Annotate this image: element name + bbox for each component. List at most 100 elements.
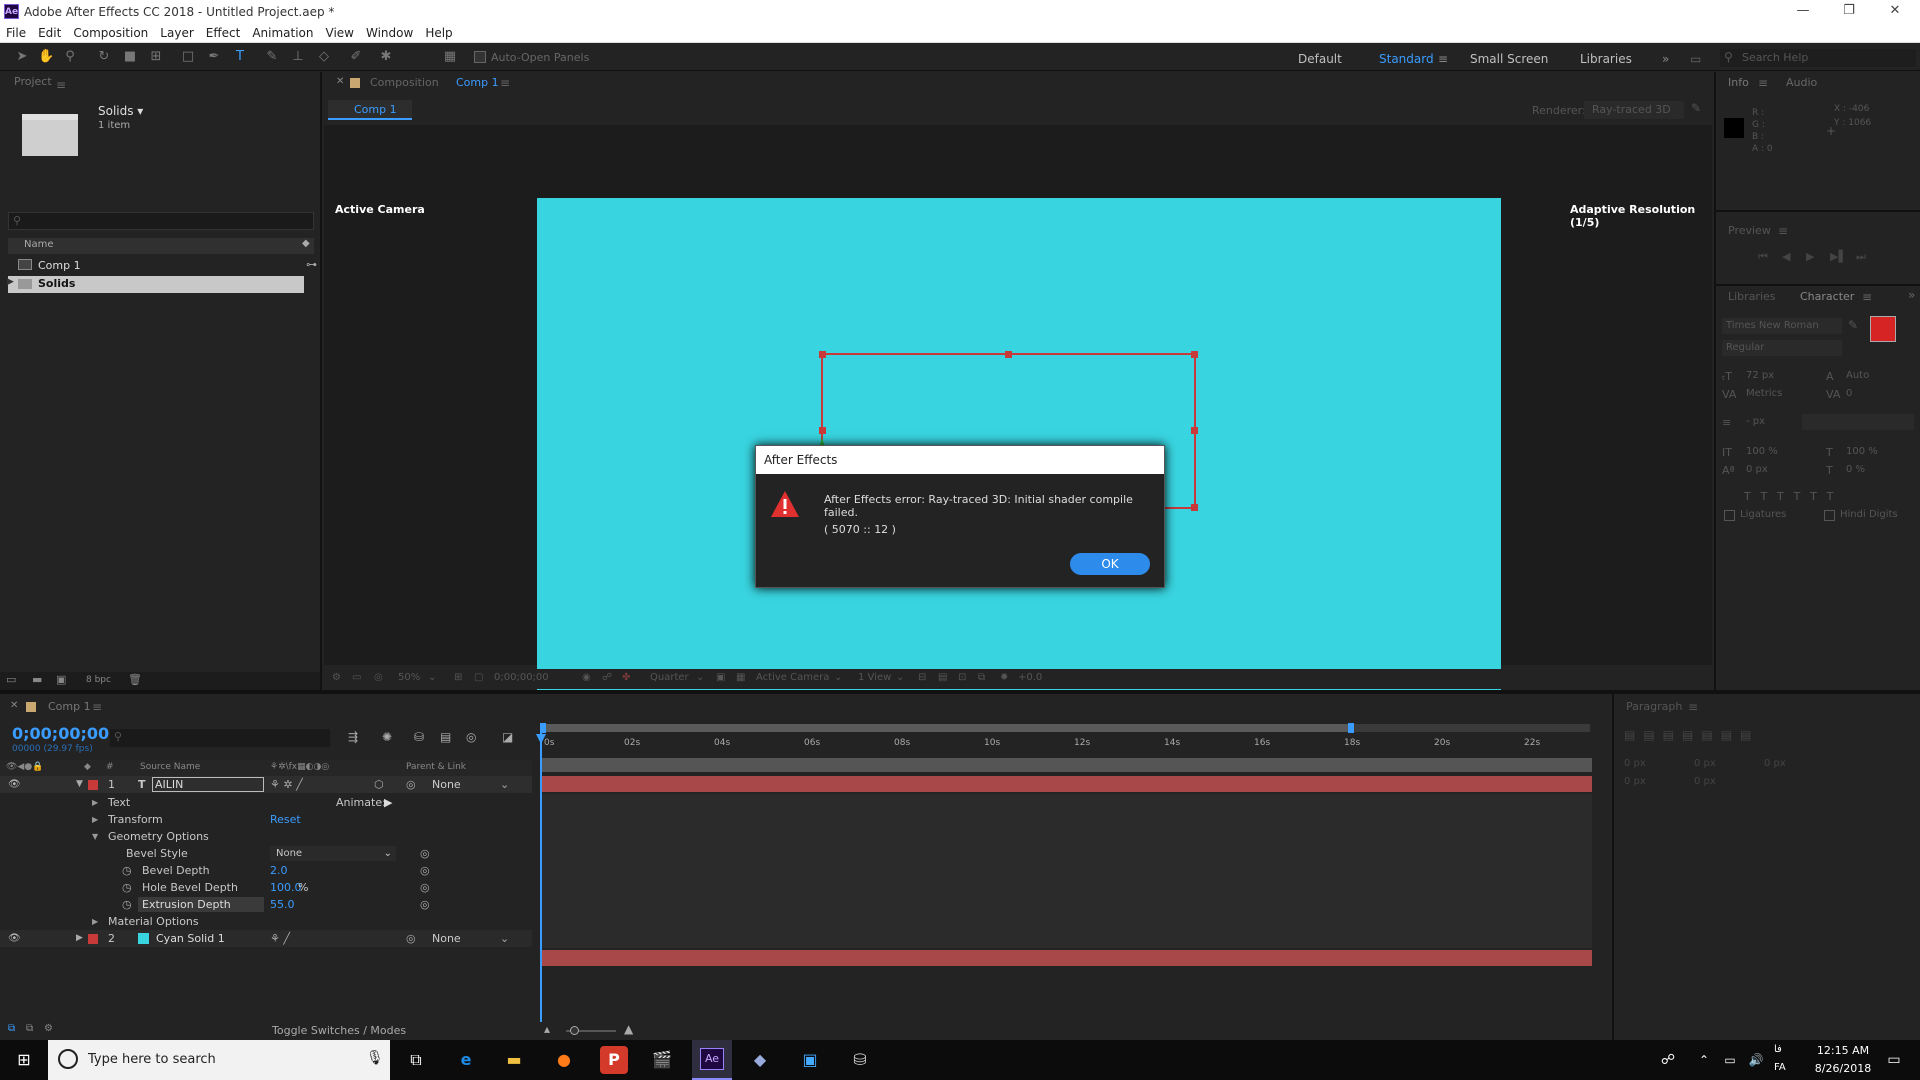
menu-view[interactable]: View <box>320 24 360 43</box>
comp-mini-flowchart-icon[interactable]: ⇶ <box>348 730 358 744</box>
show-snapshot-icon[interactable]: ☍ <box>602 672 612 683</box>
snapshot-icon[interactable]: ◉ <box>582 672 591 683</box>
rectangle-tool-icon[interactable]: □ <box>180 49 196 65</box>
flowchart-icon[interactable]: ⊶ <box>306 258 317 271</box>
font-style-select[interactable]: Regular <box>1722 340 1842 356</box>
prop-material-row[interactable]: ▶ Material Options <box>0 913 532 930</box>
time-ruler[interactable]: 0s 02s 04s 06s 08s 10s 12s 14s 16s 18s 2… <box>536 736 1596 756</box>
expand-panels-icon[interactable]: » <box>1908 288 1915 302</box>
zoom-out-icon[interactable]: ▴ <box>544 1022 550 1036</box>
menu-animation[interactable]: Animation <box>246 24 319 43</box>
show-hidden-icons[interactable]: ⌃ <box>1690 1046 1718 1074</box>
prop-hole-bevel-row[interactable]: ◷ Hole Bevel Depth 100.0 % ◎ <box>0 879 532 896</box>
monitor-icon[interactable]: ▭ <box>352 672 361 683</box>
expression-pickwhip-icon[interactable]: ◎ <box>420 879 430 896</box>
prop-extrusion-row[interactable]: ◷ Extrusion Depth 55.0 ◎ <box>0 896 532 913</box>
network-icon[interactable]: ▭ <box>1716 1046 1744 1074</box>
layer-name[interactable]: Cyan Solid 1 <box>156 930 225 947</box>
region-icon[interactable]: ▣ <box>716 672 725 683</box>
label-column-icon[interactable]: ◆ <box>302 238 310 249</box>
collapse-arrow-icon[interactable]: ▼ <box>76 776 83 793</box>
language-indicator-native[interactable]: فا <box>1774 1044 1782 1055</box>
tab-libraries[interactable]: Libraries <box>1728 290 1776 303</box>
clone-tool-icon[interactable]: ⊥ <box>290 49 306 65</box>
timeline-timecode[interactable]: 0;00;00;00 <box>12 724 109 743</box>
ligatures-checkbox[interactable] <box>1724 510 1735 521</box>
bpc-label[interactable]: 8 bpc <box>86 675 111 685</box>
camera-view-value[interactable]: Active Camera <box>756 672 829 683</box>
zoom-in-icon[interactable]: ▲ <box>624 1022 633 1036</box>
close-timeline-icon[interactable]: ✕ <box>10 700 18 711</box>
auto-open-checkbox[interactable] <box>474 51 486 63</box>
vertical-scale-value[interactable]: 100 % <box>1746 446 1778 457</box>
interpret-footage-icon[interactable]: ▭ <box>6 673 16 686</box>
volume-icon[interactable]: 🔊 <box>1742 1046 1770 1074</box>
hole-bevel-value[interactable]: 100.0 <box>270 879 302 896</box>
pan-behind-tool-icon[interactable]: ⊞ <box>148 49 164 65</box>
microphone-icon[interactable]: 🎙 <box>366 1050 384 1066</box>
exposure-value[interactable]: +0.0 <box>1018 672 1042 683</box>
3d-layer-switch-icon[interactable]: ⬡ <box>374 776 384 793</box>
work-area-range[interactable] <box>540 724 1352 732</box>
paragraph-menu-icon[interactable]: ≡ <box>1688 700 1698 714</box>
info-menu-icon[interactable]: ≡ <box>1758 76 1768 90</box>
fast-preview-icon[interactable]: ▤ <box>938 672 947 683</box>
parent-dropdown-icon[interactable]: ⌄ <box>500 776 509 793</box>
zoom-tool-icon[interactable]: ⚲ <box>62 49 78 65</box>
project-item-comp1[interactable]: Comp 1 ⊶ <box>8 258 317 275</box>
in-out-pane-icon[interactable]: ⚙ <box>44 1023 53 1034</box>
parent-value[interactable]: None <box>432 930 461 947</box>
close-button[interactable]: ✕ <box>1872 0 1918 24</box>
horizontal-scale-value[interactable]: 100 % <box>1846 446 1878 457</box>
alignment-buttons[interactable]: ▤▤▤▤▤▤▤ <box>1624 728 1759 742</box>
new-comp-icon[interactable]: ▣ <box>56 673 66 686</box>
indent-left-value[interactable]: 0 px <box>1624 758 1646 769</box>
fill-color-swatch[interactable] <box>1870 316 1896 342</box>
tab-info[interactable]: Info <box>1728 76 1749 89</box>
indent-right-value[interactable]: 0 px <box>1694 758 1716 769</box>
timeline-graph[interactable]: 0s 02s 04s 06s 08s 10s 12s 14s 16s 18s 2… <box>536 714 1596 1022</box>
always-preview-icon[interactable]: ⚙ <box>332 672 341 683</box>
eyedropper-icon[interactable]: ✎ <box>1848 318 1858 332</box>
comp-subtab[interactable]: Comp 1 <box>328 100 412 120</box>
timeline-icon[interactable]: ⊡ <box>958 672 966 683</box>
powerpoint-icon[interactable]: P <box>600 1046 628 1074</box>
prop-bevel-depth-row[interactable]: ◷ Bevel Depth 2.0 ◎ <box>0 862 532 879</box>
expand-arrow-icon[interactable]: ▶ <box>92 913 98 930</box>
timeline-tab[interactable]: Comp 1 <box>48 700 91 713</box>
menu-window[interactable]: Window <box>360 24 419 43</box>
layer-switches-pane-icon[interactable]: ⧉ <box>8 1023 15 1034</box>
space-before-value[interactable]: 0 px <box>1624 776 1646 787</box>
eraser-tool-icon[interactable]: ◇ <box>316 49 332 65</box>
layer-row-2[interactable]: 👁 ▶ 2 Cyan Solid 1 ⚘ ╱ ◎ None ⌄ <box>0 930 532 947</box>
playhead[interactable] <box>540 726 542 1022</box>
visibility-eye-icon[interactable]: 👁 <box>8 776 21 793</box>
workspace-menu-icon[interactable]: ≡ <box>1438 52 1448 66</box>
firefox-icon[interactable]: ● <box>550 1046 578 1074</box>
hand-tool-icon[interactable]: ✋ <box>38 49 54 65</box>
character-menu-icon[interactable]: ≡ <box>1862 290 1872 304</box>
project-search-input[interactable]: ⚲ <box>8 212 314 230</box>
project-menu-icon[interactable]: ≡ <box>56 78 66 92</box>
extrusion-value[interactable]: 55.0 <box>270 896 295 913</box>
leading-value[interactable]: Auto <box>1846 370 1869 381</box>
resolution-value[interactable]: Quarter <box>650 672 689 683</box>
taskbar-time[interactable]: 12:15 AM <box>1808 1044 1878 1057</box>
workspace-standard[interactable]: Standard <box>1379 52 1434 66</box>
rotate-tool-icon[interactable]: ↻ <box>96 49 112 65</box>
layer-row-1[interactable]: 👁 ▼ 1 T AILIN ⚘ ✲ ╱ ⬡ ◎ None ⌄ <box>0 776 532 793</box>
camera-tool-icon[interactable]: ■ <box>122 49 138 65</box>
taskbar-search-box[interactable]: Type here to search 🎙 <box>48 1040 390 1080</box>
layer-name-field[interactable]: AILIN <box>152 777 264 792</box>
font-size-value[interactable]: 72 px <box>1746 370 1774 381</box>
toggle-switches-modes[interactable]: Toggle Switches / Modes <box>272 1024 406 1037</box>
animate-add-icon[interactable]: ▶ <box>384 794 392 811</box>
next-frame-icon[interactable]: ▶▌ <box>1830 250 1847 263</box>
work-area-bar[interactable] <box>540 723 1590 733</box>
kerning-value[interactable]: Metrics <box>1746 388 1782 399</box>
menu-edit[interactable]: Edit <box>32 24 67 43</box>
tab-audio[interactable]: Audio <box>1786 76 1817 89</box>
first-line-value[interactable]: 0 px <box>1764 758 1786 769</box>
expression-pickwhip-icon[interactable]: ◎ <box>420 845 430 862</box>
prop-bevel-style-row[interactable]: Bevel Style None ⌄ ◎ <box>0 845 532 862</box>
